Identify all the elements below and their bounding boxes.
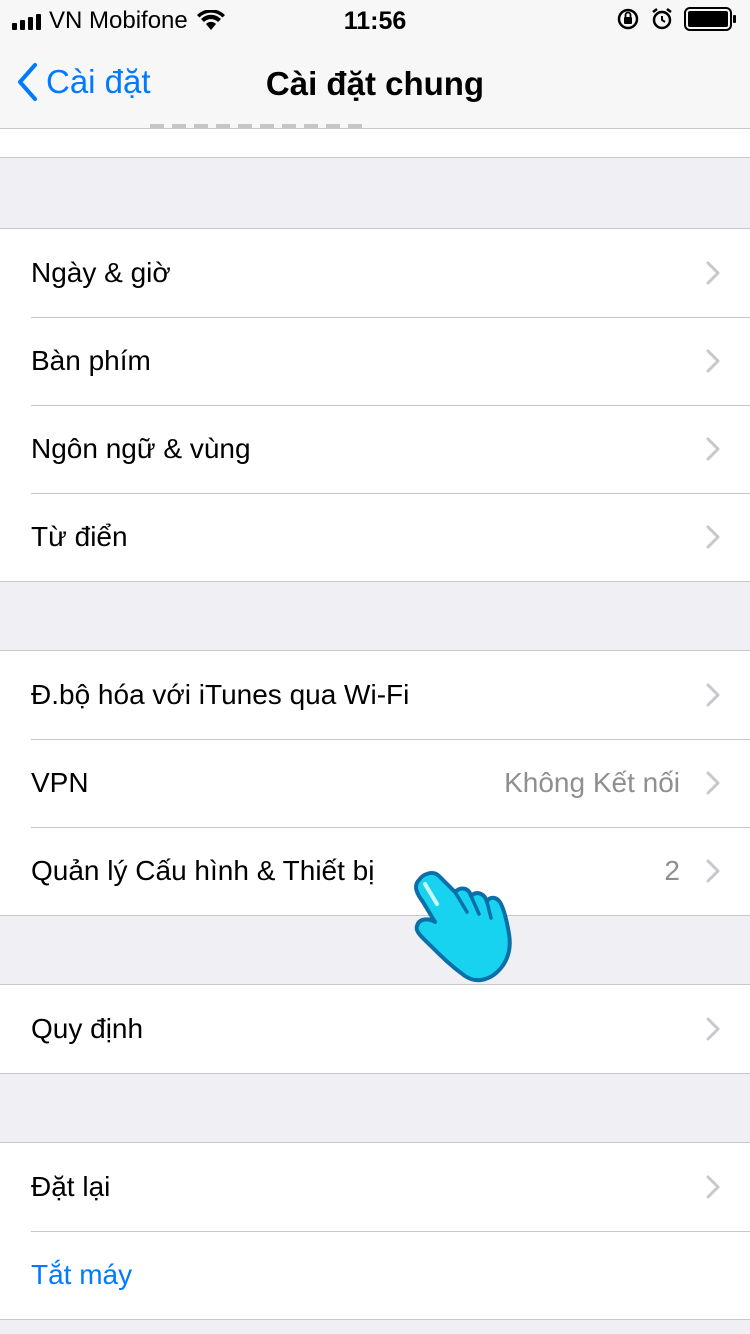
row-vpn[interactable]: VPN Không Kết nối (0, 739, 750, 827)
settings-group-4: Đặt lại Tắt máy (0, 1142, 750, 1320)
row-label: Quản lý Cấu hình & Thiết bị (31, 855, 375, 886)
pointing-hand-icon (414, 871, 512, 983)
settings-group-2: Đ.bộ hóa với iTunes qua Wi-Fi VPN Không … (0, 650, 750, 916)
battery-icon (684, 7, 736, 31)
chevron-right-icon (706, 1017, 720, 1041)
row-label: VPN (31, 767, 89, 798)
top-bar: VN Mobifone 11:56 Cài đặt Cài đặt chung (0, 0, 750, 129)
alarm-icon (652, 8, 672, 30)
chevron-right-icon (706, 437, 720, 461)
chevron-right-icon (706, 349, 720, 373)
orientation-lock-icon (617, 8, 639, 30)
profiles-count-value: 2 (664, 855, 680, 886)
row-dictionary[interactable]: Từ điển (0, 493, 750, 581)
chevron-right-icon (706, 1175, 720, 1199)
row-itunes-wifi-sync[interactable]: Đ.bộ hóa với iTunes qua Wi-Fi (0, 651, 750, 739)
settings-group-3: Quy định (0, 984, 750, 1074)
row-label: Bàn phím (31, 345, 151, 376)
shut-down-label: Tắt máy (31, 1259, 133, 1290)
row-label: Ngôn ngữ & vùng (31, 433, 251, 464)
status-bar: VN Mobifone 11:56 (0, 0, 750, 40)
row-label: Từ điển (31, 521, 128, 552)
row-language-region[interactable]: Ngôn ngữ & vùng (0, 405, 750, 493)
chevron-right-icon (706, 771, 720, 795)
chevron-right-icon (706, 525, 720, 549)
settings-group-1: Ngày & giờ Bàn phím Ngôn ngữ & vùng Từ đ… (0, 228, 750, 582)
row-label: Đ.bộ hóa với iTunes qua Wi-Fi (31, 679, 410, 710)
previous-group-fragment (0, 129, 750, 158)
chevron-right-icon (706, 683, 720, 707)
row-shut-down[interactable]: Tắt máy (0, 1231, 750, 1319)
row-regulatory[interactable]: Quy định (0, 985, 750, 1073)
row-profiles-device-management[interactable]: Quản lý Cấu hình & Thiết bị 2 (0, 827, 750, 915)
row-date-time[interactable]: Ngày & giờ (0, 229, 750, 317)
row-label: Ngày & giờ (31, 257, 171, 288)
vpn-status-value: Không Kết nối (504, 767, 680, 798)
row-keyboard[interactable]: Bàn phím (0, 317, 750, 405)
chevron-right-icon (706, 859, 720, 883)
row-label: Đặt lại (31, 1171, 111, 1202)
navigation-bar: Cài đặt Cài đặt chung (0, 40, 750, 128)
row-reset[interactable]: Đặt lại (0, 1143, 750, 1231)
row-label: Quy định (31, 1013, 144, 1044)
chevron-right-icon (706, 261, 720, 285)
page-title: Cài đặt chung (265, 65, 485, 102)
